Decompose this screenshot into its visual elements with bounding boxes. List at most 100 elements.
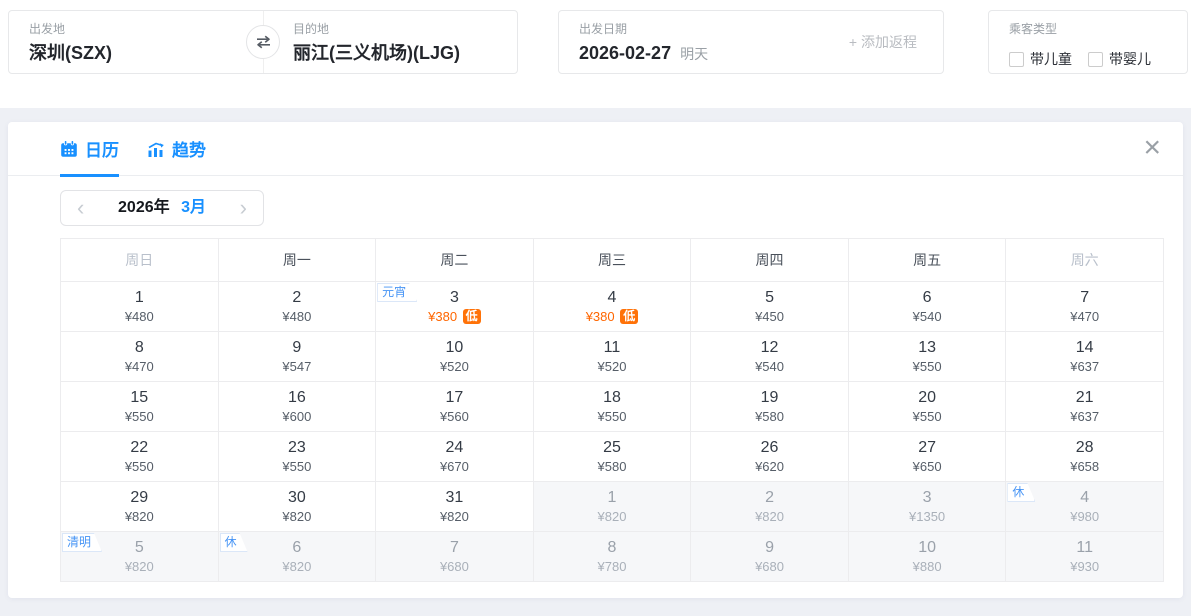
day-cell[interactable]: 10¥880 — [848, 532, 1006, 582]
day-cell[interactable]: 19¥580 — [691, 382, 849, 432]
day-cell[interactable]: 清明5¥820 — [61, 532, 219, 582]
day-cell[interactable]: 17¥560 — [376, 382, 534, 432]
price-label: ¥560 — [376, 408, 533, 425]
price-label: ¥1350 — [849, 508, 1006, 525]
price-label: ¥600 — [219, 408, 376, 425]
price-label: ¥880 — [849, 558, 1006, 575]
price-label: ¥637 — [1006, 358, 1163, 375]
price-label: ¥980 — [1006, 508, 1163, 525]
day-number: 3 — [849, 489, 1006, 507]
day-cell[interactable]: 31¥820 — [376, 482, 534, 532]
holiday-badge: 休 — [1007, 483, 1035, 502]
day-cell[interactable]: 26¥620 — [691, 432, 849, 482]
day-cell[interactable]: 25¥580 — [533, 432, 691, 482]
low-price-badge: 低 — [620, 309, 638, 324]
day-cell[interactable]: 12¥540 — [691, 332, 849, 382]
day-cell[interactable]: 22¥550 — [61, 432, 219, 482]
price-label: ¥820 — [61, 508, 218, 525]
tab-trend[interactable]: 趋势 — [147, 122, 206, 176]
day-cell[interactable]: 11¥930 — [1006, 532, 1164, 582]
day-cell[interactable]: 7¥680 — [376, 532, 534, 582]
day-cell[interactable]: 15¥550 — [61, 382, 219, 432]
price-label: ¥380 低 — [534, 308, 691, 325]
price-label: ¥480 — [61, 308, 218, 325]
day-cell[interactable]: 16¥600 — [218, 382, 376, 432]
day-cell[interactable]: 11¥520 — [533, 332, 691, 382]
day-cell[interactable]: 13¥550 — [848, 332, 1006, 382]
price-label: ¥680 — [376, 558, 533, 575]
day-cell[interactable]: 1¥820 — [533, 482, 691, 532]
day-number: 24 — [376, 439, 533, 457]
price-label: ¥820 — [691, 508, 848, 525]
tab-calendar[interactable]: 日历 — [60, 122, 119, 176]
next-month-button[interactable]: › — [240, 197, 247, 219]
price-label: ¥650 — [849, 458, 1006, 475]
depart-date-value[interactable]: 2026-02-27 — [579, 43, 671, 63]
destination-value[interactable]: 丽江(三义机场)(LJG) — [293, 43, 460, 63]
day-cell[interactable]: 14¥637 — [1006, 332, 1164, 382]
day-cell[interactable]: 8¥780 — [533, 532, 691, 582]
day-cell[interactable]: 9¥680 — [691, 532, 849, 582]
price-label: ¥580 — [534, 458, 691, 475]
weekday-header: 周日 — [61, 239, 219, 282]
depart-date-field[interactable]: 出发日期 2026-02-27 明天 — [579, 22, 708, 64]
day-cell[interactable]: 5¥450 — [691, 282, 849, 332]
destination-field[interactable]: 目的地 丽江(三义机场)(LJG) — [293, 22, 460, 63]
day-cell[interactable]: 3¥1350 — [848, 482, 1006, 532]
price-label: ¥670 — [376, 458, 533, 475]
month-label[interactable]: 3月 — [181, 199, 206, 216]
day-cell[interactable]: 元宵3¥380 低 — [376, 282, 534, 332]
day-number: 27 — [849, 439, 1006, 457]
price-label: ¥580 — [691, 408, 848, 425]
day-cell[interactable]: 24¥670 — [376, 432, 534, 482]
origin-field[interactable]: 出发地 深圳(SZX) — [29, 22, 112, 63]
day-cell[interactable]: 20¥550 — [848, 382, 1006, 432]
day-cell[interactable]: 30¥820 — [218, 482, 376, 532]
with-infant-checkbox[interactable]: 带婴儿 — [1088, 49, 1151, 69]
tab-calendar-label: 日历 — [85, 136, 119, 161]
price-label: ¥820 — [376, 508, 533, 525]
add-return-button[interactable]: + 添加返程 — [849, 32, 917, 52]
day-cell[interactable]: 7¥470 — [1006, 282, 1164, 332]
day-cell[interactable]: 2¥480 — [218, 282, 376, 332]
swap-arrows-icon — [255, 35, 272, 49]
checkbox-box-icon[interactable] — [1009, 52, 1024, 67]
with-children-checkbox[interactable]: 带儿童 — [1009, 49, 1072, 69]
route-card: 出发地 深圳(SZX) 目的地 丽江(三义机场)(LJG) — [8, 10, 518, 74]
calendar-week-row: 8¥4709¥54710¥52011¥52012¥54013¥55014¥637 — [61, 332, 1164, 382]
calendar-week-row: 1¥4802¥480元宵3¥380 低4¥380 低5¥4506¥5407¥47… — [61, 282, 1164, 332]
close-icon[interactable]: × — [1139, 130, 1165, 166]
day-cell[interactable]: 21¥637 — [1006, 382, 1164, 432]
day-cell[interactable]: 2¥820 — [691, 482, 849, 532]
day-number: 22 — [61, 439, 218, 457]
day-cell[interactable]: 28¥658 — [1006, 432, 1164, 482]
price-label: ¥820 — [534, 508, 691, 525]
day-cell[interactable]: 1¥480 — [61, 282, 219, 332]
day-cell[interactable]: 休4¥980 — [1006, 482, 1164, 532]
holiday-badge: 清明 — [62, 533, 102, 552]
price-label: ¥780 — [534, 558, 691, 575]
day-cell[interactable]: 18¥550 — [533, 382, 691, 432]
origin-value[interactable]: 深圳(SZX) — [29, 43, 112, 63]
day-cell[interactable]: 8¥470 — [61, 332, 219, 382]
swap-icon[interactable] — [246, 25, 280, 59]
checkbox-box-icon[interactable] — [1088, 52, 1103, 67]
day-number: 11 — [534, 339, 691, 357]
day-number: 30 — [219, 489, 376, 507]
day-cell[interactable]: 10¥520 — [376, 332, 534, 382]
price-label: ¥620 — [691, 458, 848, 475]
calendar-week-row: 15¥55016¥60017¥56018¥55019¥58020¥55021¥6… — [61, 382, 1164, 432]
day-cell[interactable]: 29¥820 — [61, 482, 219, 532]
day-cell[interactable]: 23¥550 — [218, 432, 376, 482]
day-cell[interactable]: 9¥547 — [218, 332, 376, 382]
day-number: 17 — [376, 389, 533, 407]
day-cell[interactable]: 6¥540 — [848, 282, 1006, 332]
day-cell[interactable]: 27¥650 — [848, 432, 1006, 482]
day-cell[interactable]: 4¥380 低 — [533, 282, 691, 332]
day-number: 23 — [219, 439, 376, 457]
prev-month-button[interactable]: ‹ — [77, 197, 84, 219]
day-number: 25 — [534, 439, 691, 457]
trend-icon — [147, 140, 165, 158]
price-label: ¥820 — [219, 558, 376, 575]
day-cell[interactable]: 休6¥820 — [218, 532, 376, 582]
